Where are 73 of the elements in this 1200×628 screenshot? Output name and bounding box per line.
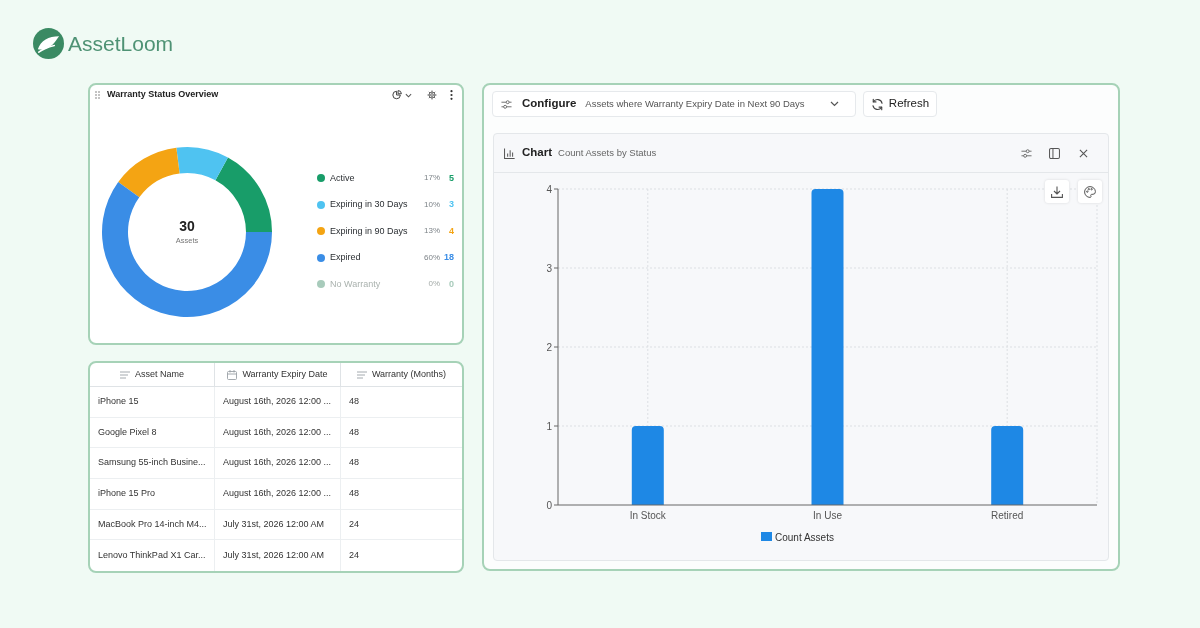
table-cell: 48 [341,448,462,479]
legend-label: Expiring in 30 Days [330,198,409,211]
table-cell: July 31st, 2026 12:00 AM [215,540,341,571]
brand-name: AssetLoom [68,31,174,57]
text-lines-icon [120,370,130,379]
legend-percent: 10% [424,198,440,211]
drag-handle-icon[interactable] [95,91,100,99]
bar-chart-icon [504,147,515,159]
pie-chart-icon[interactable] [392,90,402,100]
table-cell: 24 [341,509,462,541]
leaf-logo-icon [33,28,64,59]
configure-button[interactable]: Configure [501,95,577,113]
legend-label: Expired [330,251,362,264]
table-cell: July 31st, 2026 12:00 AM [215,509,341,541]
table-cell: 48 [341,387,462,418]
axis-category-label: In Use [813,510,842,521]
text-lines-icon [356,370,367,379]
refresh-icon [870,97,884,111]
calendar-icon [227,369,238,380]
close-icon[interactable] [1079,148,1088,158]
axis-tick-label: 0 [546,499,552,511]
chart-subtitle: Count Assets by Status [558,145,657,160]
legend-label: No Warranty [330,277,382,291]
widget-title: Warranty Status Overview [107,88,219,102]
table-cell: August 16th, 2026 12:00 ... [215,387,341,418]
table-cell: August 16th, 2026 12:00 ... [215,448,341,479]
table-cell: Google Pixel 8 [90,417,215,449]
settings-icon[interactable] [427,90,437,100]
side-panel-icon[interactable] [1049,147,1060,159]
axis-category-label: Retired [991,510,1024,521]
table-cell: Samsung 55-inch Busine... [90,448,215,479]
table-cell: August 16th, 2026 12:00 ... [215,417,341,449]
chart-settings-icon[interactable] [1021,147,1032,159]
legend-percent: 13% [424,225,440,238]
color-theme-button[interactable] [1078,180,1102,203]
legend-count: 4 [448,224,454,238]
table-cell: Lenovo ThinkPad X1 Car... [90,540,215,571]
legend-count: 18 [443,251,454,264]
legend-count: 0 [448,277,454,291]
column-header[interactable]: Warranty Expiry Date [242,367,328,382]
table-cell: iPhone 15 Pro [90,479,215,510]
table-cell: 48 [341,417,462,449]
chart-title: Chart [522,145,553,161]
axis-tick-label: 2 [546,341,552,353]
legend-percent: 60% [424,251,440,264]
legend-label[interactable]: Count Assets [775,531,834,543]
legend-label: Active [330,171,356,185]
table-cell: 48 [341,479,462,510]
legend-percent: 0% [428,278,440,291]
table-cell-text: 24 [348,548,360,562]
download-button[interactable] [1045,180,1069,203]
donut-total: 30 [179,218,195,234]
chevron-down-icon[interactable] [405,92,412,98]
table-cell: August 16th, 2026 12:00 ... [215,479,341,510]
table-cell: iPhone 15 [90,387,215,418]
column-header[interactable]: Warranty (Months) [371,367,447,382]
legend-label: Expiring in 90 Days [330,224,409,238]
query-description: Assets where Warranty Expiry Date in Next 90 Days [585,96,805,111]
column-header[interactable]: Asset Name [135,367,184,382]
legend-count: 3 [448,198,454,211]
legend-percent: 17% [424,172,440,185]
palette-icon [1084,185,1096,198]
axis-tick-label: 3 [546,262,552,274]
chevron-down-icon[interactable] [830,101,839,107]
sliders-icon [501,98,512,110]
axis-tick-label: 4 [546,183,552,195]
legend-count: 5 [448,171,454,185]
axis-category-label: In Stock [629,510,666,521]
more-options-icon[interactable] [450,90,453,100]
table-cell: MacBook Pro 14-inch M4... [90,509,215,541]
axis-tick-label: 1 [546,420,552,432]
download-icon [1051,185,1063,198]
refresh-button[interactable]: Refresh [863,91,937,117]
